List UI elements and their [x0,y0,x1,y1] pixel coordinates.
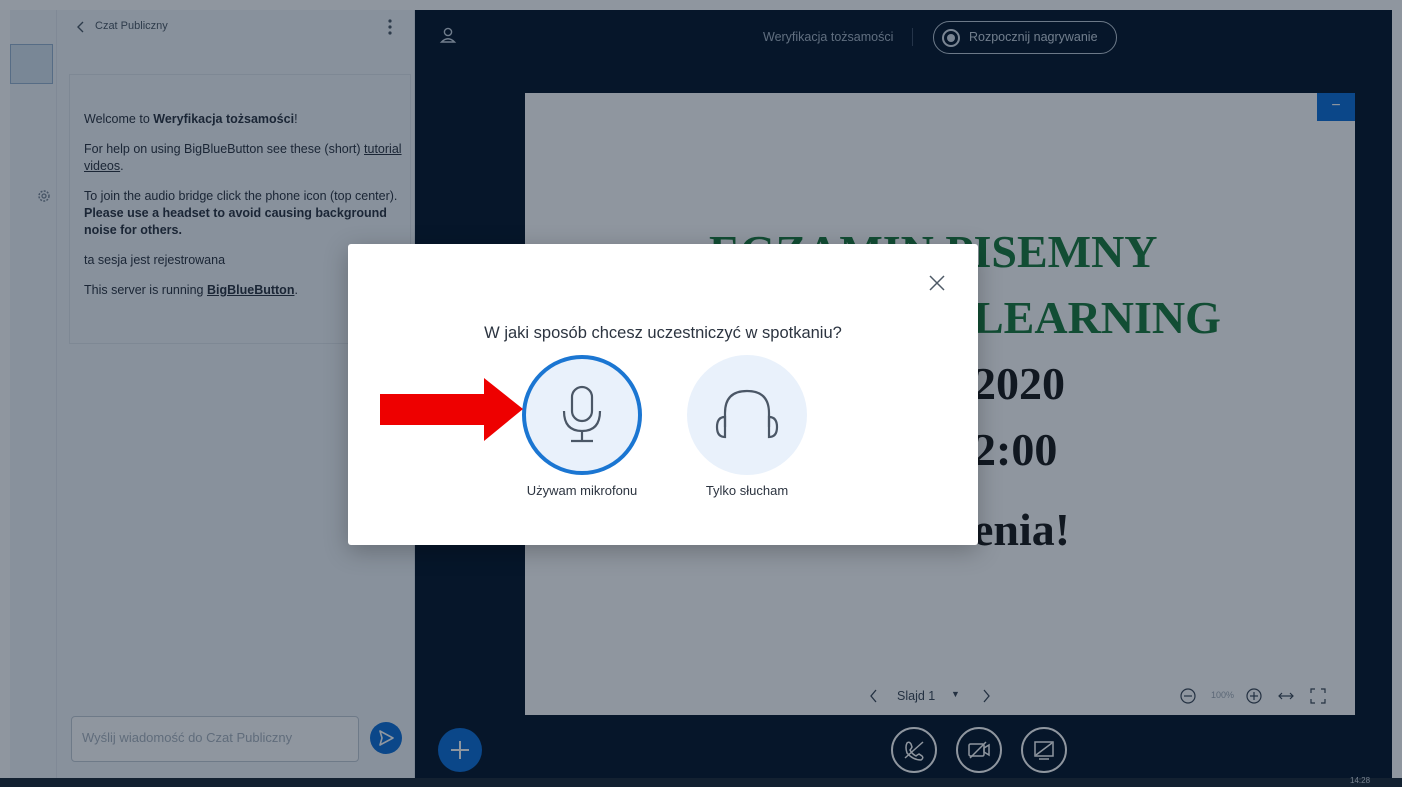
microphone-option-button[interactable] [522,355,642,475]
microphone-icon [562,385,602,443]
app-root: Czat Publiczny Welcome to Weryfikacja to… [0,0,1402,787]
listen-only-option-button[interactable] [687,355,807,475]
close-icon[interactable] [928,274,946,292]
modal-question: W jaki sposób chcesz uczestniczyć w spot… [484,324,842,342]
headphones-icon [715,389,779,439]
red-arrow-annotation [380,378,523,441]
listen-only-option-label[interactable]: Tylko słucham [647,483,847,498]
